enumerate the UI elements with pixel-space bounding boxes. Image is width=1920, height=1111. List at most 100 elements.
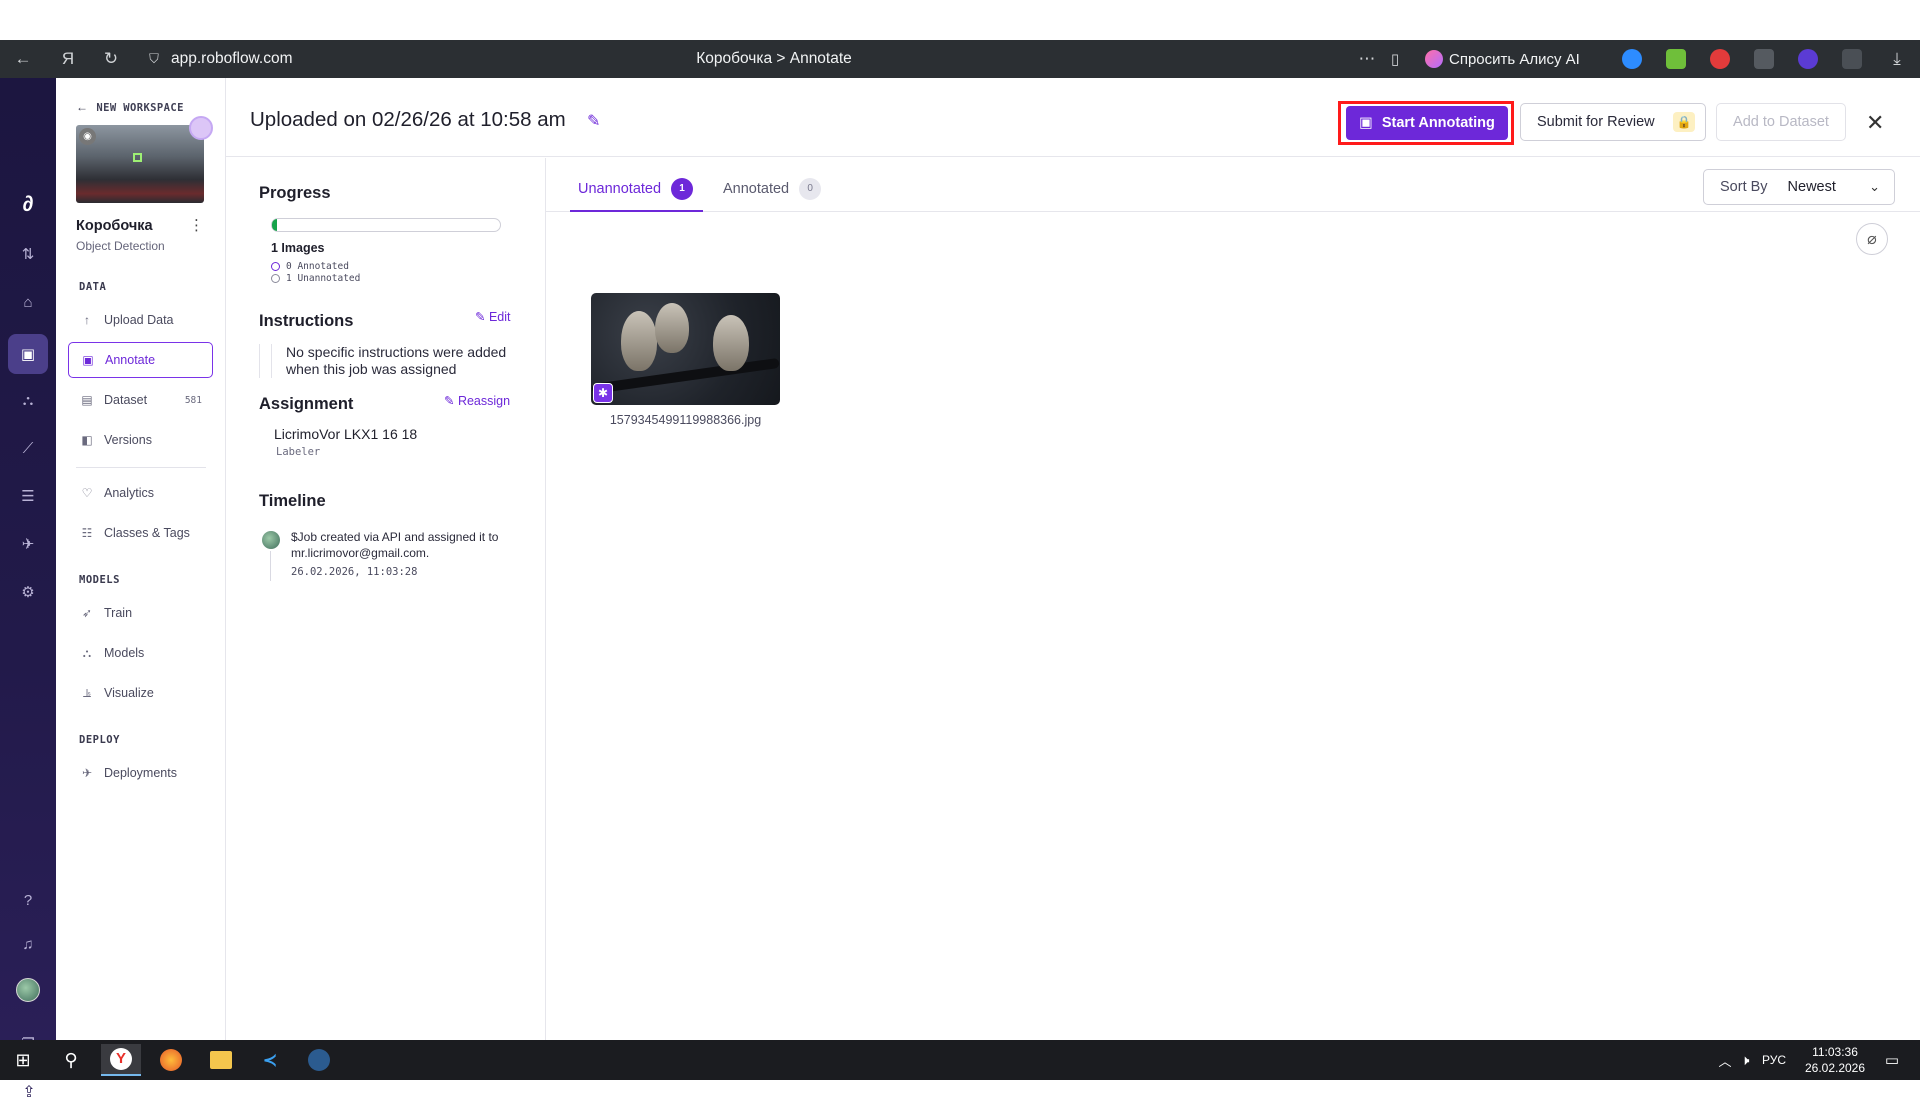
settings-icon[interactable]: ⚙ <box>0 574 56 610</box>
sidebar-item-versions[interactable]: ◧ Versions <box>68 422 213 458</box>
image-thumbnail[interactable] <box>591 293 780 405</box>
project-thumbnail: ◉ <box>76 125 204 203</box>
thumbnail-detail <box>621 311 657 371</box>
tab-unannotated[interactable]: Unannotated 1 <box>578 178 694 200</box>
home-icon[interactable]: ⌂ <box>0 284 56 320</box>
edit-instructions-link[interactable]: ✎ Edit <box>475 309 511 324</box>
sidebar-item-classes[interactable]: ☷ Classes & Tags <box>68 515 213 551</box>
sidebar-item-annotate[interactable]: ▣ Annotate <box>68 342 213 378</box>
submit-for-review-label: Submit for Review <box>1537 114 1655 130</box>
file-explorer-icon[interactable] <box>201 1044 241 1076</box>
alice-button[interactable]: Спросить Алису AI <box>1419 46 1590 72</box>
workspace-back-link[interactable]: ← NEW WORKSPACE <box>76 100 184 114</box>
windows-start-icon[interactable]: ⊞ <box>3 1044 43 1076</box>
steam-icon[interactable] <box>299 1044 339 1076</box>
annotated-legend: 0 Annotated <box>271 261 349 272</box>
workflows-icon[interactable]: ⛬ <box>0 382 56 418</box>
deploy-icon[interactable]: ✈ <box>0 526 56 562</box>
sidebar-item-label: Upload Data <box>104 313 174 327</box>
dataset-count: 581 <box>184 394 202 406</box>
screenshot-extension-icon[interactable] <box>1754 49 1774 69</box>
sidebar-item-label: Dataset <box>104 393 148 407</box>
notification-center-icon[interactable]: ▭ <box>1872 1044 1912 1076</box>
add-to-dataset-button[interactable]: Add to Dataset <box>1716 103 1846 141</box>
volume-icon[interactable]: 🕨 <box>1725 1044 1765 1076</box>
timeline-avatar <box>262 531 280 549</box>
yandex-browser-icon[interactable]: Y <box>101 1044 141 1076</box>
section-data: DATA <box>79 281 107 293</box>
job-details-panel: Progress 1 Images 0 Annotated 1 Unannota… <box>226 158 546 1040</box>
sort-value: Newest <box>1787 179 1836 195</box>
switch-icon[interactable]: ⇅ <box>0 236 56 272</box>
downloads-icon[interactable]: ⤓ <box>1886 48 1908 70</box>
active-tab-indicator <box>570 210 703 212</box>
annotated-count: 0 Annotated <box>286 261 349 272</box>
projects-icon[interactable]: ▣ <box>8 334 48 374</box>
adblock-extension-icon[interactable] <box>1710 49 1730 69</box>
language-indicator[interactable]: РУС <box>1762 1053 1786 1067</box>
notifications-icon[interactable]: ♫ <box>0 926 56 962</box>
hide-annotations-icon[interactable]: ⌀ <box>1856 223 1888 255</box>
chevron-down-icon: ⌄ <box>1869 179 1880 194</box>
tab-title: Коробочка > Annotate <box>696 50 852 67</box>
upload-arrow-icon: ↑ <box>84 313 90 327</box>
sidebar-item-analytics[interactable]: ♡ Analytics <box>68 475 213 511</box>
bookmark-icon[interactable]: ▯ <box>1384 48 1406 70</box>
download-extension-icon[interactable] <box>1666 49 1686 69</box>
sidebar-extension-icon[interactable] <box>1842 49 1862 69</box>
browser-toolbar: ← Я ↻ ⛉ app.roboflow.com Коробочка > Ann… <box>0 40 1920 78</box>
sidebar-item-label: Annotate <box>105 353 156 367</box>
sort-dropdown[interactable]: Sort By Newest ⌄ <box>1703 169 1895 205</box>
unannotated-dot <box>271 274 280 283</box>
user-avatar[interactable] <box>16 978 40 1002</box>
help-icon[interactable]: ? <box>0 882 56 918</box>
versions-icon: ◧ <box>81 433 93 447</box>
close-icon[interactable]: ✕ <box>1866 110 1884 136</box>
timeline-heading: Timeline <box>259 492 326 510</box>
project-name: Коробочка <box>76 218 153 234</box>
sidebar-item-train[interactable]: ➶ Train <box>68 595 213 631</box>
tab-count-badge: 0 <box>799 178 822 200</box>
storage-icon[interactable]: ☰ <box>0 478 56 514</box>
timeline-date: 26.02.2026, 11:03:28 <box>291 566 418 578</box>
list-icon: ☷ <box>81 526 93 540</box>
sort-label: Sort By <box>1720 179 1768 195</box>
shazam-extension-icon[interactable] <box>1622 49 1642 69</box>
assignee-role: Labeler <box>276 446 321 458</box>
roboflow-logo-icon[interactable]: ∂ <box>0 186 56 222</box>
progress-bar <box>271 218 501 232</box>
section-models: MODELS <box>79 574 120 586</box>
reassign-label: Reassign <box>457 394 511 408</box>
vscode-icon[interactable]: ≺ <box>250 1044 290 1076</box>
sidebar-item-upload[interactable]: ↑ Upload Data <box>68 302 213 338</box>
firefox-icon[interactable] <box>151 1044 191 1076</box>
sidebar-item-deployments[interactable]: ✈ Deployments <box>68 755 213 791</box>
start-annotating-button[interactable]: ▣ Start Annotating <box>1346 106 1508 140</box>
analytics-icon[interactable]: ⟋ <box>0 430 56 466</box>
thumbnail-detail <box>713 315 749 371</box>
alice-label: Спросить Алису AI <box>1449 50 1580 68</box>
sidebar-item-models[interactable]: ⛬ Models <box>68 635 213 671</box>
system-clock[interactable]: 11:03:36 26.02.2026 <box>1795 1044 1875 1076</box>
divider <box>76 467 206 468</box>
image-filename: 1579345499119988366.jpg <box>609 413 762 427</box>
train-icon: ➶ <box>81 606 93 620</box>
search-icon[interactable]: ⚲ <box>51 1044 91 1076</box>
image-tabs: Unannotated 1 Annotated 0 Sort By Newest… <box>546 158 1920 212</box>
clock-date: 26.02.2026 <box>1804 1061 1866 1075</box>
sidebar-item-visualize[interactable]: ⫡ Visualize <box>68 675 213 711</box>
reassign-link[interactable]: ✎ Reassign <box>444 393 510 408</box>
sidebar-item-label: Train <box>104 606 133 620</box>
top-strip <box>0 0 1920 40</box>
tab-label: Annotated <box>723 181 790 197</box>
unannotated-person-icon: ✱ <box>593 383 613 403</box>
edit-icon: ✎ <box>444 394 458 408</box>
annotate-icon: ▣ <box>82 353 94 367</box>
sidebar-item-dataset[interactable]: ▤ Dataset 581 <box>68 382 213 418</box>
kebab-menu-icon[interactable]: ⋮ <box>189 216 204 234</box>
edit-title-icon[interactable]: ✎ <box>587 111 600 131</box>
tab-annotated[interactable]: Annotated 0 <box>723 178 822 200</box>
more-icon[interactable]: ⋯ <box>1356 48 1378 70</box>
vpn-extension-icon[interactable] <box>1798 49 1818 69</box>
submit-for-review-button[interactable]: Submit for Review 🔒 <box>1520 103 1706 141</box>
